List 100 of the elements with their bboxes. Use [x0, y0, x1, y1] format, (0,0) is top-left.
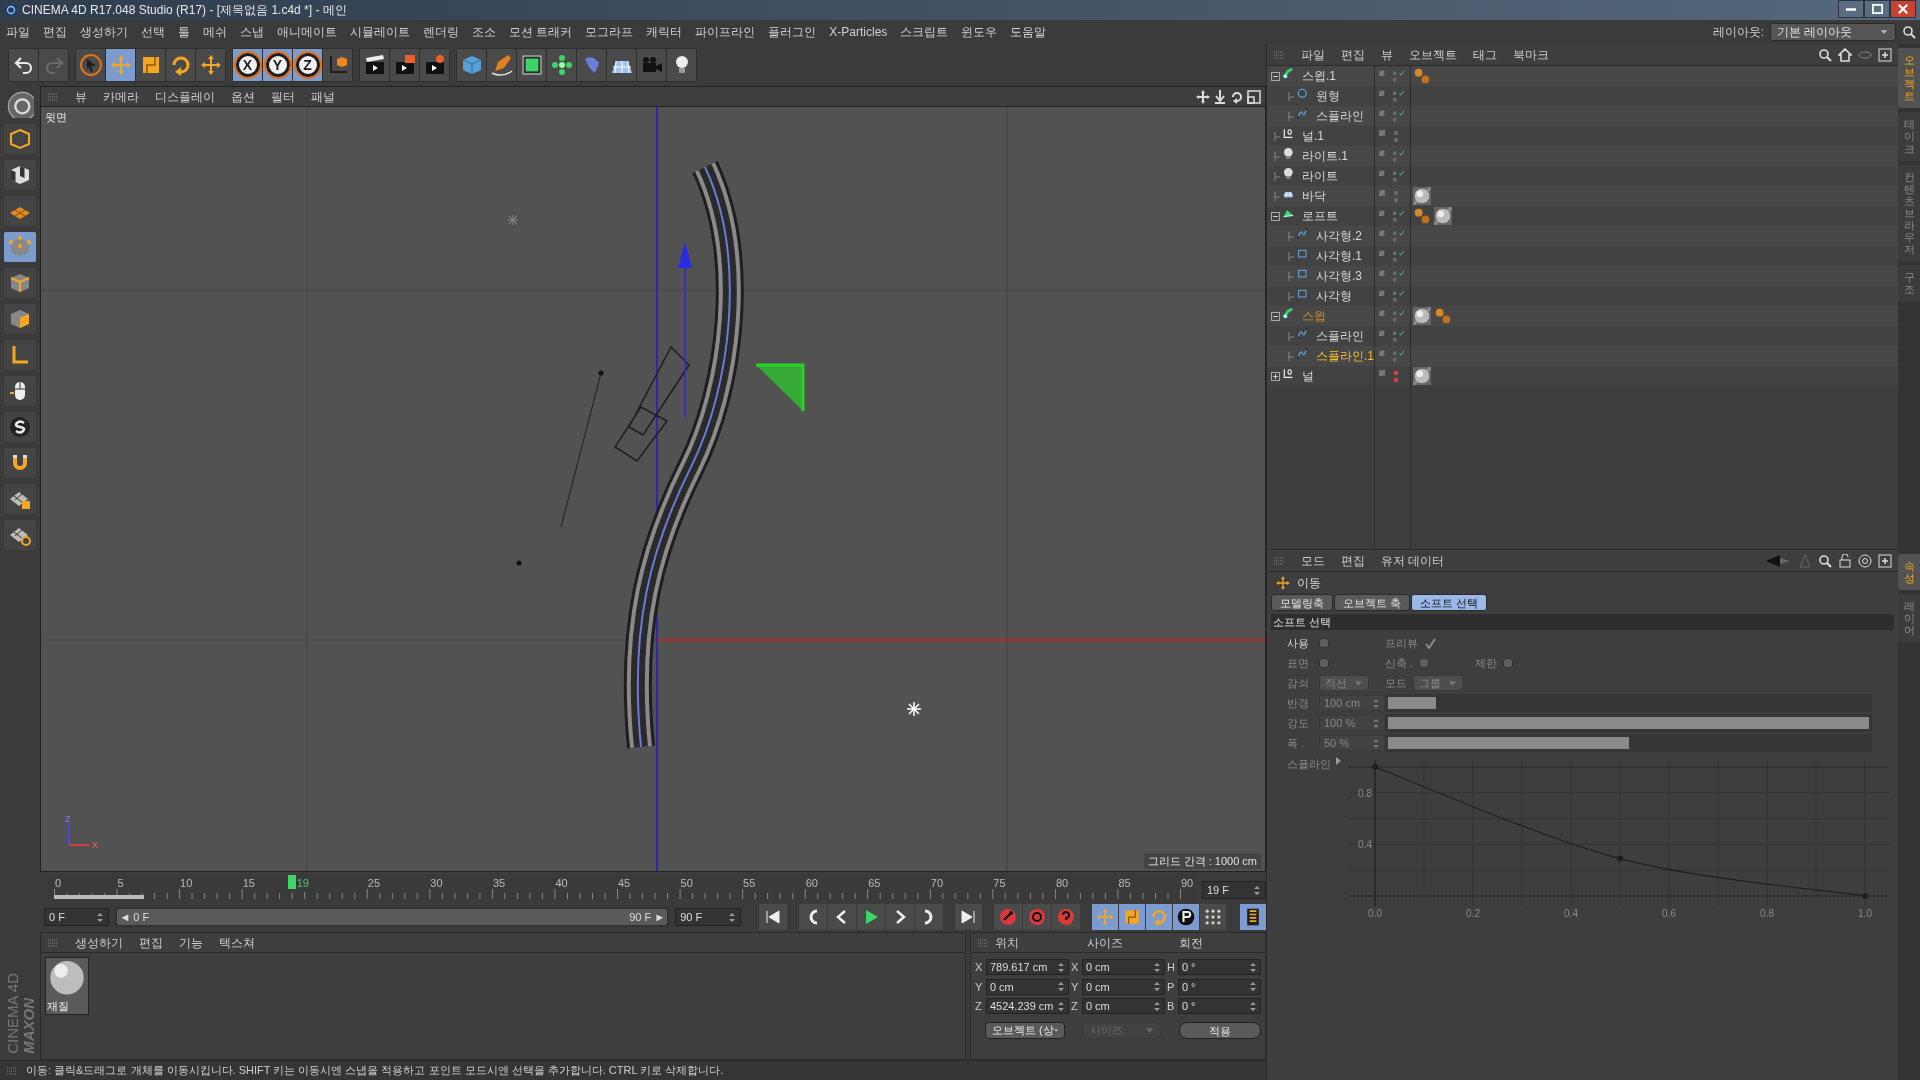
visibility-dots-icon[interactable]: [1391, 349, 1398, 363]
coordinate-field[interactable]: 789.617 cm: [985, 959, 1069, 976]
coordinate-field[interactable]: 0 °: [1177, 998, 1261, 1015]
auto-key-button[interactable]: [1023, 904, 1052, 930]
light-tool-button[interactable]: [667, 49, 696, 81]
viewport-menu-item[interactable]: 카메라: [103, 87, 139, 106]
coordinate-field[interactable]: 0 °: [1177, 978, 1261, 995]
object-row[interactable]: 사각형.2: [1267, 226, 1898, 246]
end-frame-field[interactable]: 90 F: [675, 908, 741, 926]
apply-button[interactable]: 적용: [1179, 1021, 1261, 1039]
coordinate-mode-dropdown[interactable]: 오브젝트 (상: [985, 1021, 1065, 1039]
next-frame-button[interactable]: [885, 904, 914, 930]
rotate-tool-button[interactable]: [166, 49, 195, 81]
menu-item[interactable]: 플러그인: [768, 23, 817, 41]
floor-tool-button[interactable]: [607, 49, 636, 81]
render-tool-button[interactable]: [390, 49, 419, 81]
object-row[interactable]: 라이트: [1267, 166, 1898, 186]
coordinate-field[interactable]: 0 °: [1177, 959, 1261, 976]
checkbox[interactable]: [1319, 638, 1329, 648]
menu-item[interactable]: 조소: [472, 23, 496, 41]
expand-toggle[interactable]: [1271, 371, 1280, 381]
visibility-dots-icon[interactable]: [1391, 309, 1398, 323]
attribute-tab[interactable]: 모델링축: [1271, 594, 1333, 611]
object-row[interactable]: 원형: [1267, 86, 1898, 106]
viewport-menu-item[interactable]: 패널: [311, 87, 335, 106]
previous-key-button[interactable]: [798, 904, 827, 930]
object-row[interactable]: 바닥: [1267, 186, 1898, 206]
subdivide-tool-button[interactable]: [517, 49, 546, 81]
visibility-dots-icon[interactable]: [1391, 229, 1398, 243]
visibility-dots-icon[interactable]: [1393, 369, 1399, 383]
scale-tool-button[interactable]: [136, 49, 165, 81]
coordinate-field[interactable]: 0 cm: [1081, 959, 1165, 976]
go-to-start-button[interactable]: [758, 904, 787, 930]
visibility-dots-icon[interactable]: [1391, 269, 1398, 283]
cube-tool-button[interactable]: [457, 49, 486, 81]
key-selection-button[interactable]: [1052, 904, 1081, 930]
coordinate-field[interactable]: 0 cm: [985, 978, 1069, 995]
viewport-menu-item[interactable]: 뷰: [75, 87, 87, 106]
record-key-button[interactable]: [994, 904, 1023, 930]
menu-item[interactable]: 스냅: [240, 23, 264, 41]
undo-tool-button[interactable]: [9, 49, 38, 81]
object-name[interactable]: 사각형.3: [1316, 267, 1362, 285]
attribute-menu-item[interactable]: 편집: [1341, 551, 1365, 570]
object-row[interactable]: 스플라인.1: [1267, 346, 1898, 366]
axis-tool-button[interactable]: X: [233, 49, 262, 81]
object-row[interactable]: 스윕: [1267, 306, 1898, 326]
object-row[interactable]: 널.1: [1267, 126, 1898, 146]
current-frame-field[interactable]: 19 F: [1202, 881, 1266, 899]
object-row[interactable]: 스플라인: [1267, 326, 1898, 346]
collapse-toggle[interactable]: [1271, 311, 1280, 321]
visibility-dots-icon[interactable]: [1391, 149, 1398, 163]
magnet-mode-button[interactable]: [4, 448, 36, 478]
viewport-menu-item[interactable]: 디스플레이: [155, 87, 215, 106]
visibility-dots-icon[interactable]: [1391, 109, 1398, 123]
recent-tool-button[interactable]: [196, 49, 225, 81]
object-name[interactable]: 로프트: [1302, 207, 1338, 225]
next-key-button[interactable]: [914, 904, 943, 930]
grid-snap-mode-button[interactable]: [4, 520, 36, 550]
render-settings-tool-button[interactable]: [420, 49, 449, 81]
material-menu-item[interactable]: 텍스쳐: [219, 933, 255, 952]
object-name[interactable]: 스윕: [1302, 307, 1326, 325]
axis-tool-button[interactable]: Y: [263, 49, 292, 81]
point-level-key-button[interactable]: [1200, 904, 1227, 930]
object-menu-item[interactable]: 파일: [1301, 45, 1325, 64]
snap-mode-button[interactable]: [4, 412, 36, 442]
coord-tool-button[interactable]: [323, 49, 352, 81]
attribute-tab[interactable]: 소프트 선택: [1411, 594, 1488, 611]
menu-item[interactable]: 파이프라인: [695, 23, 756, 41]
texture-mode-button[interactable]: [4, 160, 36, 190]
coordinate-field[interactable]: 0 cm: [1081, 998, 1165, 1015]
object-name[interactable]: 널: [1302, 367, 1314, 385]
object-name[interactable]: 스플라인.1: [1316, 347, 1374, 365]
object-name[interactable]: 스윕.1: [1302, 67, 1336, 85]
menu-item[interactable]: 애니메이트: [277, 23, 337, 41]
attribute-menu-item[interactable]: 유저 데이터: [1381, 551, 1445, 570]
close-button[interactable]: [1890, 0, 1916, 18]
menu-item[interactable]: 메쉬: [203, 23, 227, 41]
visibility-dots-icon[interactable]: [1391, 329, 1398, 343]
menu-item[interactable]: 모그라프: [585, 23, 634, 41]
menu-item[interactable]: 툴: [178, 23, 190, 41]
viewport-menu-item[interactable]: 필터: [271, 87, 295, 106]
material-menu-item[interactable]: 기능: [179, 933, 203, 952]
rotation-key-button[interactable]: [1146, 904, 1173, 930]
frame-range-slider[interactable]: ◄ 0 F 90 F ►: [115, 907, 670, 927]
object-name[interactable]: 스플라인: [1316, 327, 1364, 345]
object-menu-item[interactable]: 북마크: [1513, 45, 1549, 64]
visibility-dots-icon[interactable]: [1391, 89, 1398, 103]
object-name[interactable]: 널.1: [1302, 127, 1324, 145]
object-row[interactable]: 사각형.3: [1267, 266, 1898, 286]
visibility-dots-icon[interactable]: [1391, 169, 1398, 183]
pen-tool-button[interactable]: [487, 49, 516, 81]
visibility-dots-icon[interactable]: [1393, 129, 1399, 143]
object-row[interactable]: 스윕.1: [1267, 66, 1898, 86]
edges-mode-button[interactable]: [4, 268, 36, 298]
object-name[interactable]: 사각형.1: [1316, 247, 1362, 265]
model-mode-button[interactable]: [4, 124, 36, 154]
visibility-dots-icon[interactable]: [1391, 289, 1398, 303]
coordinate-field[interactable]: 0 cm: [1081, 978, 1165, 995]
cloner-tool-button[interactable]: [547, 49, 576, 81]
tweak-mode-button[interactable]: [4, 376, 36, 406]
